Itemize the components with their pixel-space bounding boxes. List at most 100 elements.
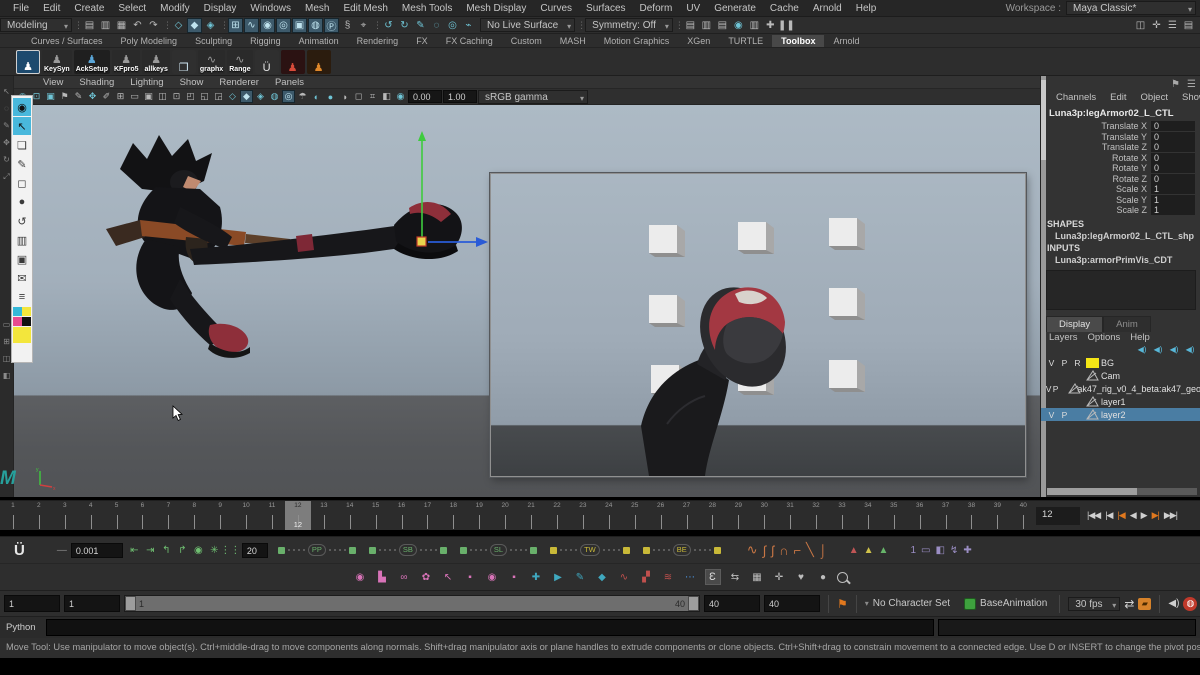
layer-row[interactable]: VPlayer2 [1041,408,1200,421]
slider-dot[interactable] [394,549,396,551]
image-plane-icon[interactable]: ✎ [72,90,85,103]
shelf-animbot-button[interactable]: Ü [255,50,279,74]
color-swatch[interactable] [13,307,22,316]
step-back-frame-button[interactable]: |◀ [1103,510,1114,521]
film-gate-icon[interactable]: ▭ [128,90,141,103]
resolution-gate-icon[interactable]: ▣ [142,90,155,103]
table-icon[interactable]: ▦ [750,570,765,585]
timeline-frame-17[interactable]: 17 [415,501,441,530]
red-curve-icon[interactable]: ∿ [617,570,632,585]
monitor-icon[interactable]: ▣ [13,250,31,268]
slider-dot[interactable] [653,549,655,551]
linear-curve-icon[interactable]: ╲ [804,542,816,558]
highlight-selection-icon[interactable]: ⌖ [356,18,371,33]
slider-dot[interactable] [334,549,336,551]
aa-icon[interactable]: ● [324,90,337,103]
new-scene-icon[interactable]: ▤ [82,18,97,33]
clipboard-icon[interactable]: ≡ [13,288,31,306]
shelf-allkeys-button[interactable]: ♟allkeys [142,50,169,74]
launch-app-icon[interactable]: ✚ [763,18,778,33]
timeline-frame-30[interactable]: 30 [751,501,777,530]
shelf-graphx-button[interactable]: ∿graphx [198,50,225,74]
channel-box-menu-channels[interactable]: Channels [1051,92,1101,103]
horizontal-scrollbar[interactable] [1047,488,1197,495]
sliders-icon[interactable]: ⇆ [728,570,743,585]
layer-toggle-p[interactable]: P [1058,410,1071,420]
add-anim-icon[interactable]: ✚ [529,570,544,585]
slider-dot[interactable] [470,549,472,551]
slider-label[interactable]: PP [308,544,326,556]
slider-dot[interactable] [668,549,670,551]
save-scene-icon[interactable]: ▦ [114,18,129,33]
timeline-frame-26[interactable]: 26 [648,501,674,530]
p3-icon[interactable]: Ⓟ [324,18,339,33]
power-icon[interactable]: ◉ [191,543,206,558]
layer-menu-layers[interactable]: Layers [1049,332,1078,343]
slider-end-square[interactable] [550,547,557,554]
timeline-frame-18[interactable]: 18 [440,501,466,530]
diamond-icon[interactable]: ◆ [595,570,610,585]
run-icon[interactable]: ↯ [948,545,960,556]
slider-dot[interactable] [293,549,295,551]
timeline-frame-20[interactable]: 20 [492,501,518,530]
attribute-value-field[interactable]: 0 [1151,153,1195,163]
panel-menu-lighting[interactable]: Lighting [123,77,170,88]
timeline-frame-12[interactable]: 1212 [285,501,311,530]
camera-attributes-icon[interactable]: ▣ [44,90,57,103]
shaded-icon[interactable]: ◆ [240,90,253,103]
camera-icon[interactable]: ✉ [13,269,31,287]
timeline-frame-22[interactable]: 22 [544,501,570,530]
menu-help[interactable]: Help [849,3,884,14]
shelf-tab-sculpting[interactable]: Sculpting [186,35,241,47]
current-frame-field[interactable]: 12 [1036,507,1080,525]
slider-dot[interactable] [485,549,487,551]
timeline-frame-3[interactable]: 3 [52,501,78,530]
menu-edit[interactable]: Edit [36,3,67,14]
slider-dot[interactable] [525,549,527,551]
panel-menu-icon[interactable]: ☰ [1185,78,1198,91]
attribute-value-field[interactable]: 0 [1151,174,1195,184]
micro-slider-sb[interactable]: SB [369,544,447,556]
callout-icon[interactable]: ▭ [919,545,932,556]
shelf-orange-rig-button[interactable]: ♟ [307,50,331,74]
menu-windows[interactable]: Windows [243,3,298,14]
micro-slider-tw[interactable]: TW [550,544,630,556]
timeline-frame-9[interactable]: 9 [207,501,233,530]
slider-dot[interactable] [565,549,567,551]
search-icon[interactable] [837,572,848,583]
hexagon-icon[interactable]: ● [816,570,831,585]
menu-edit-mesh[interactable]: Edit Mesh [336,3,394,14]
attribute-editor-icon[interactable]: ☰ [1165,18,1180,33]
timeline-frame-27[interactable]: 27 [674,501,700,530]
lock-icon[interactable]: § [340,18,355,33]
viewport-canvas[interactable]: 5.7 fps y x [14,105,1040,497]
attribute-value-field[interactable]: 1 [1151,184,1195,194]
layer-tab-display[interactable]: Display [1046,316,1103,332]
shelf-tab-fx-caching[interactable]: FX Caching [437,35,502,47]
layer-toggle-r[interactable]: R [1071,358,1084,368]
layer-toggle-p[interactable]: P [1052,384,1059,394]
layer-menu-options[interactable]: Options [1088,332,1121,343]
menu-mesh-tools[interactable]: Mesh Tools [395,3,459,14]
s-curve-icon[interactable]: ∫ [761,543,769,558]
slider-dot[interactable] [608,549,610,551]
motion-blur-icon[interactable]: ◐ [310,90,323,103]
textured-icon[interactable]: ◈ [254,90,267,103]
slider-dot[interactable] [510,549,512,551]
attribute-value-field[interactable]: 0 [1151,163,1195,173]
link-icon[interactable]: ∞ [397,570,412,585]
slider-dot[interactable] [389,549,391,551]
bookmark-icon[interactable]: ⚑ [837,597,848,611]
divider[interactable]: ⋮ [163,20,169,31]
lean-pose-icon[interactable]: ▶ [551,570,566,585]
field-chart-icon[interactable]: ⊡ [170,90,183,103]
slider-end-square[interactable] [460,547,467,554]
grease-pencil-icon[interactable]: ✐ [100,90,113,103]
timeline-frame-21[interactable]: 21 [518,501,544,530]
layer-toggle-v[interactable]: V [1045,410,1058,420]
go-to-end-button[interactable]: ▶▶| [1162,510,1179,521]
timeline-frame-1[interactable]: 1 [0,501,26,530]
divider[interactable]: ⋮ [220,20,226,31]
history-link-icon[interactable]: ◎ [445,18,460,33]
attribute-value-field[interactable]: 1 [1151,195,1195,205]
